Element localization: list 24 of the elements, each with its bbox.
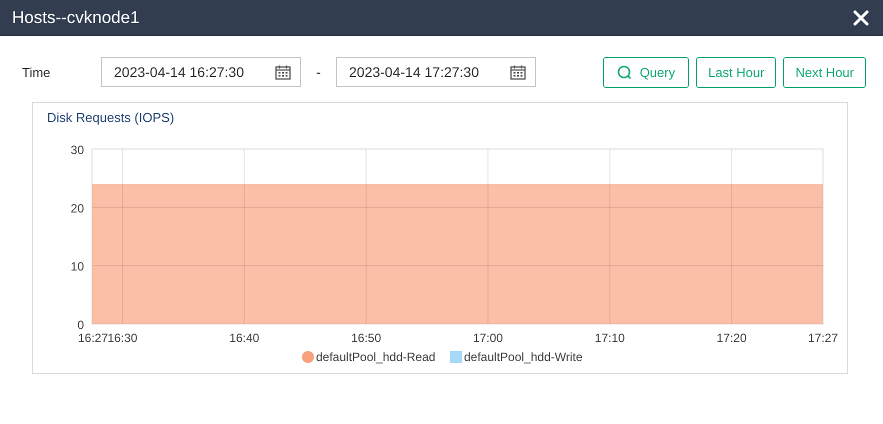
x-tick-label: 16:30 bbox=[107, 331, 138, 345]
search-icon bbox=[616, 64, 632, 80]
x-tick-label: 16:27 bbox=[78, 331, 108, 345]
calendar-icon[interactable] bbox=[275, 64, 291, 80]
x-tick-label: 17:27 bbox=[808, 331, 838, 345]
x-tick-label: 17:00 bbox=[472, 331, 503, 345]
y-tick-label: 20 bbox=[70, 201, 84, 216]
range-separator: - bbox=[315, 64, 322, 80]
close-icon[interactable] bbox=[853, 10, 869, 26]
window-title: Hosts--cvknode1 bbox=[12, 8, 140, 28]
legend-label[interactable]: defaultPool_hdd-Read bbox=[316, 350, 436, 364]
chart-title: Disk Requests (IOPS) bbox=[47, 110, 174, 125]
y-tick-label: 30 bbox=[70, 143, 84, 157]
y-tick-label: 10 bbox=[70, 260, 84, 274]
x-tick-label: 17:10 bbox=[594, 331, 625, 345]
x-tick-label: 17:20 bbox=[716, 331, 747, 345]
y-tick-label: 0 bbox=[77, 318, 84, 332]
calendar-icon[interactable] bbox=[510, 64, 526, 80]
end-time-field[interactable]: 2023-04-14 17:27:30 bbox=[336, 57, 536, 87]
legend-label[interactable]: defaultPool_hdd-Write bbox=[464, 350, 583, 364]
start-time-field[interactable]: 2023-04-14 16:27:30 bbox=[101, 57, 301, 87]
time-label: Time bbox=[22, 64, 52, 80]
x-tick-label: 16:40 bbox=[229, 331, 260, 345]
x-tick-label: 16:50 bbox=[351, 331, 382, 345]
